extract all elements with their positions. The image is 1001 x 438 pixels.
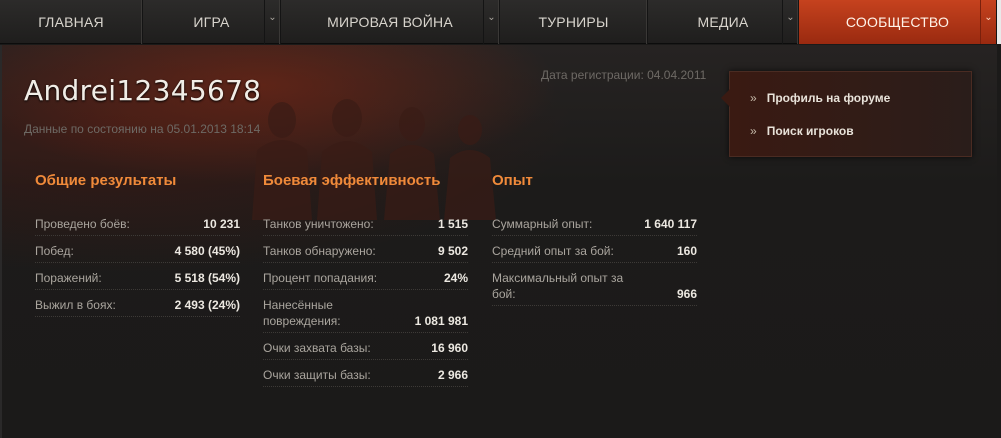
stat-value: 1 081 981: [414, 314, 468, 328]
stat-label: Очки защиты базы:: [263, 368, 371, 382]
stat-row-avg-xp: Средний опыт за бой: 160: [492, 243, 697, 263]
nav-item-community[interactable]: СООБЩЕСТВО ⌄: [799, 0, 997, 44]
nav-item-tournaments[interactable]: ТУРНИРЫ: [500, 0, 648, 44]
stat-label: Суммарный опыт:: [492, 217, 593, 231]
nav-item-label: СООБЩЕСТВО: [845, 14, 950, 30]
stat-value: 9 502: [437, 244, 468, 258]
experience-section: Опыт Суммарный опыт: 1 640 117 Средний о…: [492, 172, 697, 313]
player-search-label: Поиск игроков: [766, 124, 854, 138]
stat-label: Средний опыт за бой:: [492, 244, 614, 258]
stat-row-destroyed: Танков уничтожено: 1 515: [263, 216, 468, 236]
stat-label: Побед:: [35, 244, 74, 258]
username: Andrei12345678: [24, 74, 262, 107]
stat-label: Процент попадания:: [263, 271, 378, 285]
double-chevron-right-icon: »: [750, 124, 757, 138]
nav-item-game[interactable]: ИГРА ⌄: [143, 0, 281, 44]
stat-row-survived: Выжил в боях: 2 493 (24%): [35, 297, 240, 317]
stat-row-capture-points: Очки захвата базы: 16 960: [263, 340, 468, 360]
nav-item-main[interactable]: ГЛАВНАЯ: [0, 0, 143, 44]
stat-row-spotted: Танков обнаружено: 9 502: [263, 243, 468, 263]
forum-profile-label: Профиль на форуме: [766, 91, 891, 105]
stat-value: 2 966: [437, 368, 468, 382]
profile-side-menu: » Профиль на форуме » Поиск игроков: [721, 71, 972, 157]
chevron-down-icon[interactable]: ⌄: [483, 0, 499, 44]
chevron-down-icon[interactable]: ⌄: [264, 0, 280, 44]
section-title: Опыт: [492, 172, 533, 189]
chevron-down-icon[interactable]: ⌄: [980, 0, 996, 44]
stat-label: Танков обнаружено:: [263, 244, 376, 258]
stat-label: Поражений:: [35, 271, 102, 285]
stat-label: Максимальный опыт за бой:: [492, 271, 624, 301]
stat-value: 2 493 (24%): [174, 298, 240, 312]
nav-item-label: МЕДИА: [697, 14, 749, 30]
registration-date: Дата регистрации: 04.04.2011: [541, 68, 707, 82]
nav-item-label: МИРОВАЯ ВОЙНА: [327, 14, 453, 30]
stat-row-losses: Поражений: 5 518 (54%): [35, 270, 240, 290]
section-title: Боевая эффективность: [263, 172, 441, 189]
double-chevron-right-icon: »: [750, 91, 757, 105]
stat-label: Проведено боёв:: [35, 217, 130, 231]
player-search-link[interactable]: » Поиск игроков: [750, 124, 854, 138]
nav-item-label: ТУРНИРЫ: [538, 14, 609, 30]
nav-item-label: ГЛАВНАЯ: [38, 14, 104, 30]
nav-item-label: ИГРА: [193, 14, 230, 30]
data-state-date: Данные по состоянию на 05.01.2013 18:14: [24, 122, 261, 136]
stat-value: 1 515: [437, 217, 468, 231]
stat-value: 24%: [443, 271, 468, 285]
nav-edge: [997, 0, 1001, 44]
stat-value: 5 518 (54%): [174, 271, 240, 285]
main-nav: ГЛАВНАЯ ИГРА ⌄ МИРОВАЯ ВОЙНА ⌄ ТУРНИРЫ М…: [0, 0, 1001, 44]
stat-row-defense-points: Очки защиты базы: 2 966: [263, 367, 468, 387]
stat-value: 4 580 (45%): [174, 244, 240, 258]
stat-label: Выжил в боях:: [35, 298, 116, 312]
chevron-down-icon[interactable]: ⌄: [782, 0, 798, 44]
section-title: Общие результаты: [35, 172, 177, 189]
nav-item-media[interactable]: МЕДИА ⌄: [648, 0, 799, 44]
stat-label: Очки захвата базы:: [263, 341, 371, 355]
forum-profile-link[interactable]: » Профиль на форуме: [750, 91, 890, 105]
stat-value: 1 640 117: [644, 217, 697, 231]
stat-row-hit-ratio: Процент попадания: 24%: [263, 270, 468, 290]
stat-value: 966: [676, 287, 697, 301]
stat-value: 16 960: [431, 341, 468, 355]
stat-value: 10 231: [203, 217, 240, 231]
stat-row-max-xp: Максимальный опыт за бой: 966: [492, 270, 697, 306]
stat-row-damage: Нанесённые повреждения: 1 081 981: [263, 297, 468, 333]
stat-value: 160: [676, 244, 697, 258]
stat-row-total-xp: Суммарный опыт: 1 640 117: [492, 216, 697, 236]
stat-row-wins: Побед: 4 580 (45%): [35, 243, 240, 263]
stat-label: Нанесённые повреждения:: [263, 298, 341, 328]
stat-label: Танков уничтожено:: [263, 217, 374, 231]
menu-notch: [721, 89, 730, 107]
combat-efficiency-section: Боевая эффективность Танков уничтожено: …: [263, 172, 468, 394]
nav-item-world-war[interactable]: МИРОВАЯ ВОЙНА ⌄: [281, 0, 500, 44]
stat-row-battles: Проведено боёв: 10 231: [35, 216, 240, 236]
general-results-section: Общие результаты Проведено боёв: 10 231 …: [35, 172, 240, 324]
